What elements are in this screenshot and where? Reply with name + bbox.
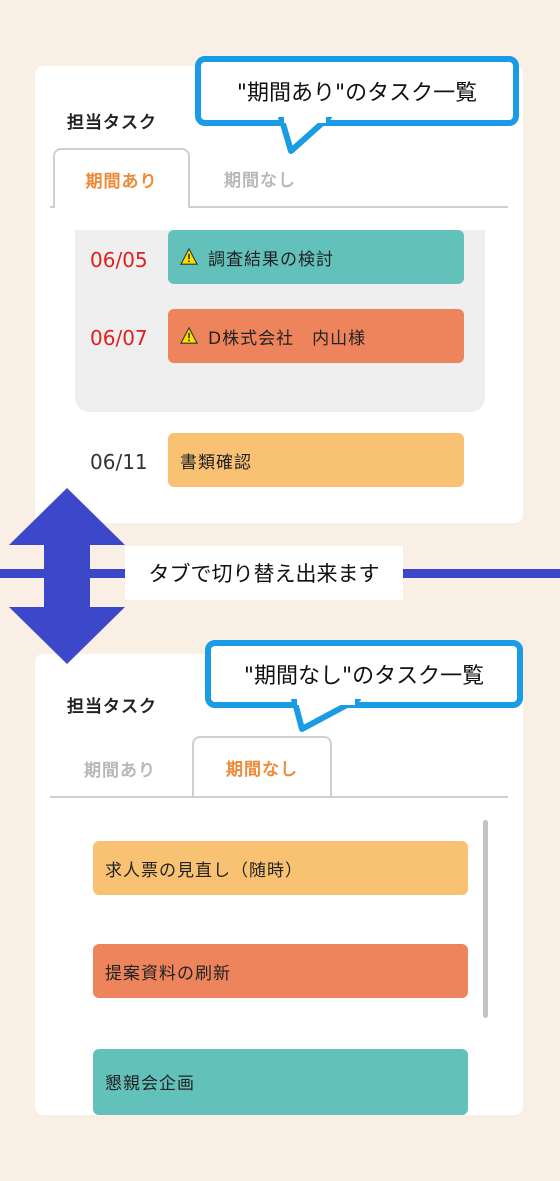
- callout-text: "期間あり"のタスク一覧: [236, 81, 478, 106]
- scrollbar[interactable]: [483, 820, 488, 1018]
- banner-text: タブで切り替え出来ます: [148, 562, 380, 586]
- warning-icon: [180, 327, 198, 344]
- task-label: 書類確認: [180, 452, 252, 473]
- task-date: 06/05: [90, 248, 148, 272]
- overdue-task-group: 06/05 調査結果の検討 06/07 D株式会社 内山様: [75, 230, 485, 412]
- task-panel-without-period: 担当タスク 期間あり 期間なし 求人票の見直し（随時） 提案資料の刷新 懇親会企…: [35, 654, 523, 1115]
- tab-without-period[interactable]: 期間なし: [195, 148, 325, 208]
- task-item[interactable]: 書類確認: [168, 433, 464, 487]
- panel-title: 担当タスク: [67, 697, 157, 717]
- callout-with-period: "期間あり"のタスク一覧: [195, 56, 519, 126]
- warning-icon: [180, 248, 198, 265]
- callout-tail: [278, 117, 332, 154]
- task-item[interactable]: 求人票の見直し（随時）: [93, 841, 468, 895]
- task-label: 求人票の見直し（随時）: [105, 860, 303, 881]
- tab-with-period[interactable]: 期間あり: [55, 738, 185, 798]
- tab-without-period[interactable]: 期間なし: [192, 736, 332, 796]
- panel-title: 担当タスク: [67, 113, 157, 133]
- switch-tab-banner: タブで切り替え出来ます: [125, 546, 403, 600]
- double-arrow-icon: [9, 488, 125, 664]
- task-date: 06/07: [90, 326, 148, 350]
- task-label: 提案資料の刷新: [105, 963, 231, 984]
- callout-text: "期間なし"のタスク一覧: [243, 664, 485, 689]
- task-item[interactable]: 調査結果の検討: [168, 230, 464, 284]
- task-item[interactable]: D株式会社 内山様: [168, 309, 464, 363]
- task-date: 06/11: [90, 450, 148, 474]
- task-item[interactable]: 懇親会企画: [93, 1049, 468, 1115]
- task-label: 懇親会企画: [105, 1074, 195, 1094]
- callout-tail: [291, 699, 361, 732]
- task-label: 調査結果の検討: [208, 249, 334, 270]
- task-label: D株式会社 内山様: [208, 328, 367, 349]
- tab-with-period[interactable]: 期間あり: [53, 148, 190, 208]
- task-item[interactable]: 提案資料の刷新: [93, 944, 468, 998]
- callout-without-period: "期間なし"のタスク一覧: [205, 640, 523, 708]
